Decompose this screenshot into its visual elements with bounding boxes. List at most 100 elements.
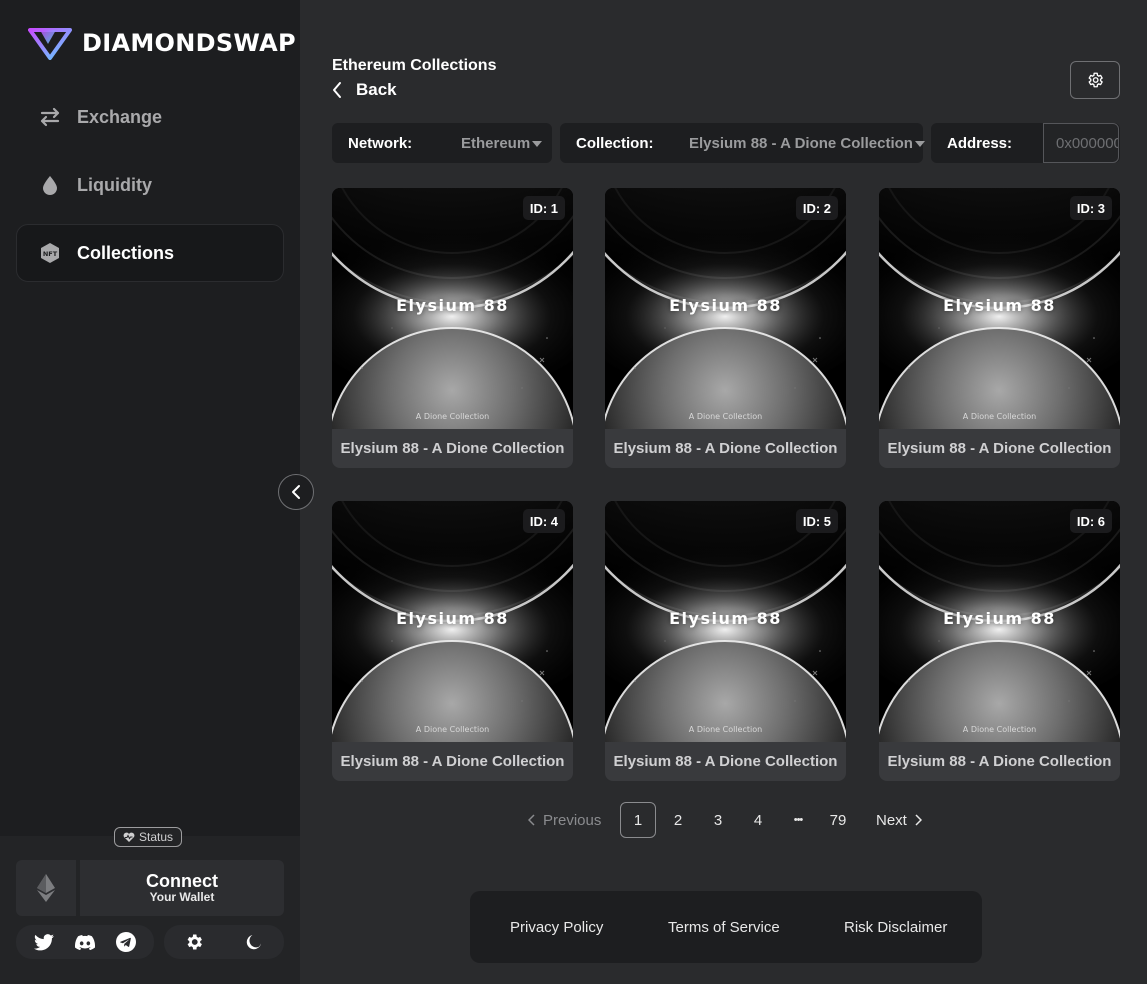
card-name: Elysium 88 - A Dione Collection (887, 440, 1112, 457)
id-badge: ID: 4 (522, 509, 565, 533)
connect-subtitle: Your Wallet (149, 890, 215, 904)
sidebar-footer: Status Connect Your Wallet (0, 827, 300, 984)
nft-image: Elysium 88 A Dione Collection ID: 2 (605, 188, 846, 429)
nft-card[interactable]: Elysium 88 A Dione Collection ID: 3 Elys… (879, 188, 1120, 468)
art-subtitle: A Dione Collection (688, 412, 763, 421)
chevron-left-icon (292, 485, 300, 499)
back-label: Back (356, 80, 397, 99)
art-title: Elysium 88 (669, 296, 782, 315)
art-title: Elysium 88 (396, 296, 509, 315)
art-subtitle: A Dione Collection (415, 412, 490, 421)
chevron-left-icon (333, 82, 341, 98)
page-title: Ethereum Collections (332, 57, 497, 74)
settings-button[interactable] (1070, 61, 1120, 99)
network-label: Network: (348, 134, 413, 152)
heartbeat-icon (123, 832, 135, 842)
sidebar-item-label: Liquidity (77, 174, 152, 195)
nft-image: Elysium 88 A Dione Collection ID: 4 (332, 501, 573, 742)
nft-card[interactable]: Elysium 88 A Dione Collection ID: 6 Elys… (879, 501, 1120, 781)
next-label: Next (876, 811, 907, 829)
art-title: Elysium 88 (396, 609, 509, 628)
card-name: Elysium 88 - A Dione Collection (340, 753, 565, 770)
pagination: Previous 1 2 3 4 ••• 79 Next (332, 802, 1120, 838)
address-filter: Address: (931, 123, 1120, 163)
page-button-3[interactable]: 3 (710, 802, 726, 838)
chain-selector[interactable] (16, 860, 76, 916)
wallet-connect: Connect Your Wallet (16, 860, 284, 916)
caret-down-icon (914, 140, 925, 147)
nft-card[interactable]: Elysium 88 A Dione Collection ID: 2 Elys… (605, 188, 846, 468)
droplet-icon (39, 174, 61, 196)
nft-image: Elysium 88 A Dione Collection ID: 6 (879, 501, 1120, 742)
collection-label: Collection: (576, 134, 654, 152)
sidebar-item-collections[interactable]: NFT Collections (16, 224, 284, 282)
chevron-right-icon (915, 814, 922, 826)
nft-image: Elysium 88 A Dione Collection ID: 5 (605, 501, 846, 742)
next-page-button[interactable]: Next (876, 802, 922, 838)
page-button-4[interactable]: 4 (750, 802, 766, 838)
svg-text:NFT: NFT (43, 250, 58, 258)
status-badge[interactable]: Status (114, 827, 183, 847)
status-label: Status (139, 830, 174, 844)
sidebar-item-liquidity[interactable]: Liquidity (16, 156, 284, 214)
chevron-left-icon (528, 814, 535, 826)
page-button-1[interactable]: 1 (620, 802, 656, 838)
collection-filter[interactable]: Collection: Elysium 88 - A Dione Collect… (560, 123, 926, 163)
page-button-2[interactable]: 2 (670, 802, 686, 838)
nft-card[interactable]: Elysium 88 A Dione Collection ID: 5 Elys… (605, 501, 846, 781)
collection-select[interactable]: Elysium 88 - A Dione Collection (689, 135, 926, 152)
sidebar: DIAMONDSWAP Exchange Liquidity NFT Colle… (0, 0, 300, 984)
nft-image: Elysium 88 A Dione Collection ID: 3 (879, 188, 1120, 429)
main-nav: Exchange Liquidity NFT Collections (16, 88, 284, 292)
id-badge: ID: 1 (522, 196, 565, 220)
filter-bar: Network: Ethereum Collection: Elysium 88… (332, 123, 1120, 163)
art-title: Elysium 88 (943, 296, 1056, 315)
network-filter[interactable]: Network: Ethereum (332, 123, 552, 163)
social-links (16, 925, 154, 959)
collapse-sidebar-button[interactable] (278, 474, 314, 510)
id-badge: ID: 3 (1069, 196, 1112, 220)
nft-image: Elysium 88 A Dione Collection ID: 1 (332, 188, 573, 429)
network-select[interactable]: Ethereum (461, 135, 543, 152)
id-badge: ID: 5 (795, 509, 838, 533)
brand-name: DIAMONDSWAP (82, 29, 296, 57)
address-input[interactable] (1043, 123, 1119, 163)
art-subtitle: A Dione Collection (688, 725, 763, 734)
previous-label: Previous (543, 811, 602, 829)
card-name: Elysium 88 - A Dione Collection (887, 753, 1112, 770)
previous-page-button[interactable]: Previous (528, 802, 601, 838)
privacy-policy-link[interactable]: Privacy Policy (510, 919, 603, 936)
brand-logo[interactable]: DIAMONDSWAP (28, 26, 296, 60)
terms-of-service-link[interactable]: Terms of Service (668, 919, 780, 936)
connect-title: Connect (146, 871, 218, 891)
discord-icon[interactable] (72, 929, 98, 955)
preference-controls (164, 925, 284, 959)
gear-icon[interactable] (181, 929, 207, 955)
nft-card[interactable]: Elysium 88 A Dione Collection ID: 1 Elys… (332, 188, 573, 468)
twitter-icon[interactable] (31, 929, 57, 955)
art-subtitle: A Dione Collection (962, 725, 1037, 734)
moon-icon[interactable] (241, 929, 267, 955)
art-subtitle: A Dione Collection (962, 412, 1037, 421)
swap-arrows-icon (39, 106, 61, 128)
card-name: Elysium 88 - A Dione Collection (340, 440, 565, 457)
id-badge: ID: 6 (1069, 509, 1112, 533)
ethereum-icon (37, 874, 55, 902)
collection-value: Elysium 88 - A Dione Collection (689, 135, 913, 152)
sidebar-item-label: Exchange (77, 106, 163, 127)
sidebar-item-label: Collections (77, 242, 175, 263)
art-title: Elysium 88 (943, 609, 1056, 628)
gear-icon (1088, 72, 1103, 88)
sidebar-item-exchange[interactable]: Exchange (16, 88, 284, 146)
card-name: Elysium 88 - A Dione Collection (613, 440, 838, 457)
back-button[interactable]: Back (332, 80, 397, 100)
page-ellipsis[interactable]: ••• (788, 802, 808, 838)
art-title: Elysium 88 (669, 609, 782, 628)
risk-disclaimer-link[interactable]: Risk Disclaimer (844, 919, 947, 936)
page-button-79[interactable]: 79 (826, 802, 850, 838)
telegram-icon[interactable] (113, 929, 139, 955)
connect-wallet-button[interactable]: Connect Your Wallet (80, 860, 284, 916)
id-badge: ID: 2 (795, 196, 838, 220)
art-subtitle: A Dione Collection (415, 725, 490, 734)
nft-card[interactable]: Elysium 88 A Dione Collection ID: 4 Elys… (332, 501, 573, 781)
